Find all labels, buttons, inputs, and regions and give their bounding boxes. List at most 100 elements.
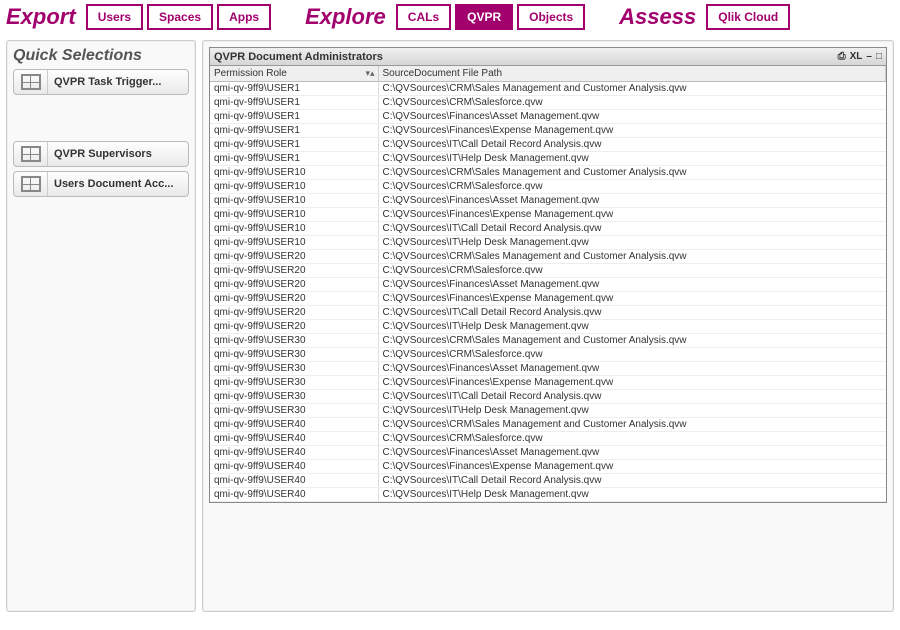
table-row[interactable]: qmi-qv-9ff9\USER40C:\QVSources\Finances\… (210, 446, 886, 460)
quick-selections-title: Quick Selections (13, 47, 189, 65)
cell-source-path: C:\QVSources\CRM\Sales Management and Cu… (378, 334, 886, 348)
cell-permission-role: qmi-qv-9ff9\USER20 (210, 278, 378, 292)
cell-permission-role: qmi-qv-9ff9\USER10 (210, 194, 378, 208)
table-row[interactable]: qmi-qv-9ff9\USER40C:\QVSources\IT\Help D… (210, 488, 886, 502)
qvpr-doc-admins-object: QVPR Document Administrators ⎙ XL – □ Pe… (209, 47, 887, 503)
cell-source-path: C:\QVSources\IT\Help Desk Management.qvw (378, 404, 886, 418)
cell-source-path: C:\QVSources\Finances\Asset Management.q… (378, 194, 886, 208)
nav-objects[interactable]: Objects (517, 4, 585, 30)
sort-indicator-icon: ▾▴ (365, 68, 374, 79)
table-row[interactable]: qmi-qv-9ff9\USER10C:\QVSources\CRM\Sales… (210, 180, 886, 194)
table-row[interactable]: qmi-qv-9ff9\USER1C:\QVSources\CRM\Sales … (210, 82, 886, 96)
print-icon[interactable]: ⎙ (836, 51, 848, 62)
cell-permission-role: qmi-qv-9ff9\USER40 (210, 488, 378, 502)
table-row[interactable]: qmi-qv-9ff9\USER30C:\QVSources\Finances\… (210, 376, 886, 390)
table-row[interactable]: qmi-qv-9ff9\USER1C:\QVSources\Finances\A… (210, 110, 886, 124)
cell-source-path: C:\QVSources\CRM\Salesforce.qvw (378, 348, 886, 362)
table-row[interactable]: qmi-qv-9ff9\USER30C:\QVSources\IT\Call D… (210, 390, 886, 404)
table-row[interactable]: qmi-qv-9ff9\USER20C:\QVSources\IT\Help D… (210, 320, 886, 334)
table-row[interactable]: qmi-qv-9ff9\USER30C:\QVSources\Finances\… (210, 362, 886, 376)
table-row[interactable]: qmi-qv-9ff9\USER1C:\QVSources\Finances\E… (210, 124, 886, 138)
table-row[interactable]: qmi-qv-9ff9\USER20C:\QVSources\IT\Call D… (210, 306, 886, 320)
cell-source-path: C:\QVSources\IT\Help Desk Management.qvw (378, 236, 886, 250)
qs-label: Users Document Acc... (48, 178, 188, 190)
cell-source-path: C:\QVSources\IT\Help Desk Management.qvw (378, 320, 886, 334)
table-row[interactable]: qmi-qv-9ff9\USER40C:\QVSources\CRM\Sales… (210, 418, 886, 432)
cell-source-path: C:\QVSources\CRM\Sales Management and Cu… (378, 82, 886, 96)
section-label-assess: Assess (619, 4, 696, 30)
cell-source-path: C:\QVSources\IT\Help Desk Management.qvw (378, 152, 886, 166)
cell-permission-role: qmi-qv-9ff9\USER20 (210, 250, 378, 264)
table-row[interactable]: qmi-qv-9ff9\USER1C:\QVSources\IT\Call De… (210, 138, 886, 152)
cell-permission-role: qmi-qv-9ff9\USER30 (210, 348, 378, 362)
cell-permission-role: qmi-qv-9ff9\USER30 (210, 376, 378, 390)
table-row[interactable]: qmi-qv-9ff9\USER20C:\QVSources\CRM\Sales… (210, 264, 886, 278)
section-label-explore: Explore (305, 4, 386, 30)
qs-item-supervisors[interactable]: QVPR Supervisors (13, 141, 189, 167)
cell-source-path: C:\QVSources\CRM\Salesforce.qvw (378, 96, 886, 110)
export-xl-icon[interactable]: XL (848, 51, 865, 62)
table-row[interactable]: qmi-qv-9ff9\USER10C:\QVSources\IT\Call D… (210, 222, 886, 236)
cell-permission-role: qmi-qv-9ff9\USER1 (210, 96, 378, 110)
object-titlebar[interactable]: QVPR Document Administrators ⎙ XL – □ (210, 48, 886, 66)
qs-item-users-doc-acc[interactable]: Users Document Acc... (13, 171, 189, 197)
object-title: QVPR Document Administrators (214, 51, 836, 63)
table-row[interactable]: qmi-qv-9ff9\USER10C:\QVSources\CRM\Sales… (210, 166, 886, 180)
qs-label: QVPR Supervisors (48, 148, 188, 160)
cell-source-path: C:\QVSources\CRM\Salesforce.qvw (378, 180, 886, 194)
table-row[interactable]: qmi-qv-9ff9\USER1C:\QVSources\IT\Help De… (210, 152, 886, 166)
grid-icon (14, 142, 48, 166)
nav-cals[interactable]: CALs (396, 4, 451, 30)
cell-source-path: C:\QVSources\Finances\Expense Management… (378, 376, 886, 390)
maximize-icon[interactable]: □ (874, 51, 884, 62)
cell-source-path: C:\QVSources\Finances\Asset Management.q… (378, 278, 886, 292)
nav-qvpr[interactable]: QVPR (455, 4, 513, 30)
table-row[interactable]: qmi-qv-9ff9\USER30C:\QVSources\CRM\Sales… (210, 348, 886, 362)
table-row[interactable]: qmi-qv-9ff9\USER20C:\QVSources\Finances\… (210, 278, 886, 292)
table-row[interactable]: qmi-qv-9ff9\USER40C:\QVSources\CRM\Sales… (210, 432, 886, 446)
cell-permission-role: qmi-qv-9ff9\USER30 (210, 390, 378, 404)
cell-source-path: C:\QVSources\IT\Call Detail Record Analy… (378, 222, 886, 236)
col-header-source-path[interactable]: SourceDocument File Path (378, 66, 886, 82)
table-row[interactable]: qmi-qv-9ff9\USER1C:\QVSources\CRM\Salesf… (210, 96, 886, 110)
qs-label: QVPR Task Trigger... (48, 76, 188, 88)
table-row[interactable]: qmi-qv-9ff9\USER40C:\QVSources\Finances\… (210, 460, 886, 474)
cell-source-path: C:\QVSources\CRM\Salesforce.qvw (378, 432, 886, 446)
nav-users[interactable]: Users (86, 4, 143, 30)
cell-source-path: C:\QVSources\CRM\Sales Management and Cu… (378, 250, 886, 264)
nav-spaces[interactable]: Spaces (147, 4, 213, 30)
table-row[interactable]: qmi-qv-9ff9\USER10C:\QVSources\Finances\… (210, 208, 886, 222)
cell-source-path: C:\QVSources\IT\Help Desk Management.qvw (378, 488, 886, 502)
cell-source-path: C:\QVSources\Finances\Asset Management.q… (378, 362, 886, 376)
cell-permission-role: qmi-qv-9ff9\USER10 (210, 166, 378, 180)
cell-permission-role: qmi-qv-9ff9\USER10 (210, 208, 378, 222)
col-header-permission-role[interactable]: Permission Role ▾▴ (210, 66, 378, 82)
cell-permission-role: qmi-qv-9ff9\USER1 (210, 124, 378, 138)
cell-source-path: C:\QVSources\IT\Call Detail Record Analy… (378, 138, 886, 152)
cell-permission-role: qmi-qv-9ff9\USER30 (210, 334, 378, 348)
cell-source-path: C:\QVSources\Finances\Expense Management… (378, 208, 886, 222)
table-row[interactable]: qmi-qv-9ff9\USER10C:\QVSources\IT\Help D… (210, 236, 886, 250)
cell-source-path: C:\QVSources\IT\Call Detail Record Analy… (378, 306, 886, 320)
grid-icon (14, 70, 48, 94)
cell-permission-role: qmi-qv-9ff9\USER10 (210, 236, 378, 250)
cell-permission-role: qmi-qv-9ff9\USER20 (210, 264, 378, 278)
table-row[interactable]: qmi-qv-9ff9\USER30C:\QVSources\IT\Help D… (210, 404, 886, 418)
table-row[interactable]: qmi-qv-9ff9\USER40C:\QVSources\IT\Call D… (210, 474, 886, 488)
nav-qlik-cloud[interactable]: Qlik Cloud (706, 4, 790, 30)
qs-item-task-trigger[interactable]: QVPR Task Trigger... (13, 69, 189, 95)
cell-source-path: C:\QVSources\CRM\Salesforce.qvw (378, 264, 886, 278)
table-row[interactable]: qmi-qv-9ff9\USER30C:\QVSources\CRM\Sales… (210, 334, 886, 348)
cell-source-path: C:\QVSources\Finances\Asset Management.q… (378, 110, 886, 124)
cell-permission-role: qmi-qv-9ff9\USER1 (210, 82, 378, 96)
cell-permission-role: qmi-qv-9ff9\USER40 (210, 418, 378, 432)
nav-apps[interactable]: Apps (217, 4, 271, 30)
minimize-icon[interactable]: – (864, 51, 874, 62)
table-row[interactable]: qmi-qv-9ff9\USER10C:\QVSources\Finances\… (210, 194, 886, 208)
cell-permission-role: qmi-qv-9ff9\USER40 (210, 432, 378, 446)
table-row[interactable]: qmi-qv-9ff9\USER20C:\QVSources\Finances\… (210, 292, 886, 306)
cell-permission-role: qmi-qv-9ff9\USER20 (210, 320, 378, 334)
doc-admins-table: Permission Role ▾▴ SourceDocument File P… (210, 66, 886, 502)
cell-source-path: C:\QVSources\Finances\Expense Management… (378, 124, 886, 138)
table-row[interactable]: qmi-qv-9ff9\USER20C:\QVSources\CRM\Sales… (210, 250, 886, 264)
